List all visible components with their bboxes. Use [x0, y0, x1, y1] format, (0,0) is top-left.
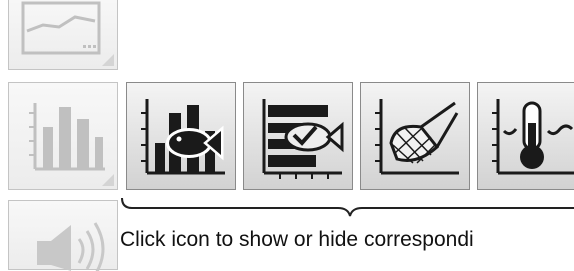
- water-temperature-icon: [492, 99, 574, 175]
- chart-view-button[interactable]: [8, 0, 118, 70]
- fish-id-button[interactable]: [243, 82, 353, 190]
- fish-histogram-button[interactable]: [126, 82, 236, 190]
- group-bracket: [121, 197, 574, 217]
- sound-button[interactable]: [8, 200, 118, 271]
- bar-graph-button[interactable]: [8, 82, 118, 190]
- fish-id-icon: [262, 99, 344, 179]
- hint-text: Click icon to show or hide correspondi: [120, 228, 474, 251]
- water-temperature-button[interactable]: [477, 82, 574, 190]
- trawl-net-icon: [375, 99, 459, 175]
- fish-histogram-icon: [141, 99, 225, 175]
- corner-indicator: [102, 54, 114, 66]
- corner-indicator: [102, 174, 114, 186]
- trawl-net-button[interactable]: [360, 82, 470, 190]
